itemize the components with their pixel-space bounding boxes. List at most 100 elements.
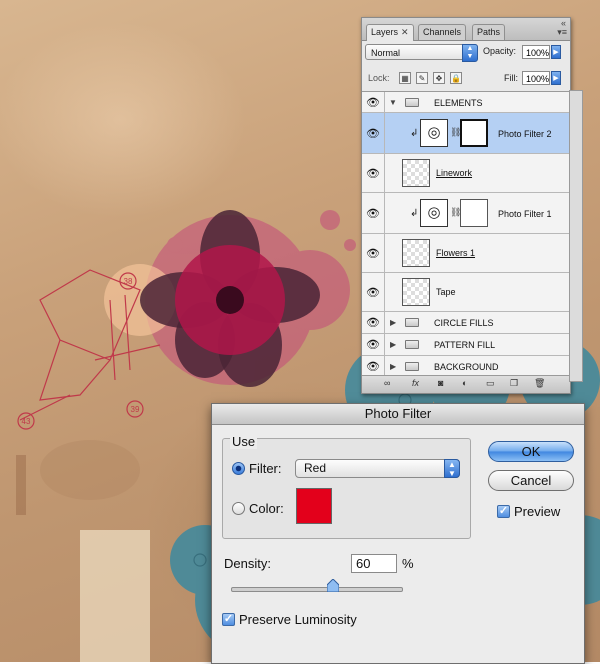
paper-stain xyxy=(16,455,26,515)
folder-icon xyxy=(405,362,419,371)
layer-name: Tape xyxy=(436,287,456,297)
blend-mode-value: Normal xyxy=(371,48,401,58)
tab-layers[interactable]: Layers ✕ xyxy=(366,24,414,41)
layer-name: Linework xyxy=(436,168,473,178)
flower xyxy=(140,210,320,387)
collapsed-triangle-icon[interactable]: ▶ xyxy=(390,318,396,327)
lock-all-icon[interactable]: 🔒 xyxy=(450,72,462,84)
adjustment-thumbnail-icon: ◎ xyxy=(420,119,448,147)
eye-icon[interactable]: 👁 xyxy=(362,113,385,153)
paper-stain xyxy=(40,440,140,500)
layer-row-tape[interactable]: 👁 Tape xyxy=(362,273,570,312)
eye-icon[interactable]: 👁 xyxy=(362,92,385,112)
layer-row-photo-filter-2[interactable]: 👁 ↲ ◎ ⛓ Photo Filter 2 xyxy=(362,113,570,154)
filter-radio[interactable] xyxy=(232,462,245,475)
density-slider-track[interactable] xyxy=(231,587,403,592)
collapsed-triangle-icon[interactable]: ▶ xyxy=(390,362,396,371)
eye-icon[interactable]: 👁 xyxy=(362,312,385,333)
layer-mask-thumbnail xyxy=(460,199,488,227)
trash-icon[interactable]: 🗑 xyxy=(534,378,545,389)
fill-slider-arrow[interactable]: ▶ xyxy=(551,71,561,85)
tab-layers-label: Layers xyxy=(371,27,399,37)
eye-icon[interactable]: 👁 xyxy=(362,193,385,233)
ok-button[interactable]: OK xyxy=(488,441,574,462)
layers-bottom-bar: ∞ fx ◙ ◐ ▭ ❐ 🗑 xyxy=(362,375,570,393)
expand-triangle-icon[interactable]: ▼ xyxy=(389,98,397,107)
tab-channels[interactable]: Channels xyxy=(418,24,467,40)
layer-row-circle-fills[interactable]: 👁 ▶ CIRCLE FILLS xyxy=(362,312,570,334)
cancel-button-label: Cancel xyxy=(510,473,552,488)
opacity-value: 100% xyxy=(526,48,550,58)
photo-filter-dialog: Photo Filter Use Filter: Red ▲ ▼ Color: O… xyxy=(211,403,585,664)
close-icon[interactable]: ✕ xyxy=(401,27,409,37)
new-layer-icon[interactable]: ❐ xyxy=(510,378,518,389)
tab-paths-label: Paths xyxy=(477,27,501,37)
layer-mask-thumbnail xyxy=(460,119,488,147)
layer-name: PATTERN FILL xyxy=(434,340,496,350)
callout-43: 43 xyxy=(22,417,31,426)
callout-39: 39 xyxy=(131,405,140,414)
layers-panel: Layers ✕ Channels Paths « ▾≡ Normal ▲ ▼ Op… xyxy=(361,17,571,394)
fill-field[interactable]: 100% xyxy=(522,71,550,85)
add-mask-icon[interactable]: ◙ xyxy=(438,378,443,388)
preview-checkbox[interactable]: ✓ xyxy=(497,505,510,518)
preserve-luminosity-label: Preserve Luminosity xyxy=(239,612,357,627)
layers-scrollbar[interactable] xyxy=(569,90,583,382)
eye-icon[interactable]: 👁 xyxy=(362,234,385,272)
lock-label: Lock: xyxy=(368,73,390,83)
color-radio[interactable] xyxy=(232,502,245,515)
layer-row-pattern-fill[interactable]: 👁 ▶ PATTERN FILL xyxy=(362,334,570,356)
layer-thumbnail xyxy=(402,278,430,306)
eye-icon[interactable]: 👁 xyxy=(362,334,385,355)
fx-icon[interactable]: fx xyxy=(412,378,419,388)
layer-row-elements[interactable]: 👁 ▼ ELEMENTS xyxy=(362,92,570,113)
layer-row-background[interactable]: 👁 ▶ BACKGROUND xyxy=(362,356,570,376)
tab-paths[interactable]: Paths xyxy=(472,24,506,40)
layer-name: Photo Filter 2 xyxy=(498,129,552,139)
folder-icon xyxy=(405,340,419,349)
color-label: Color: xyxy=(249,501,284,516)
density-field[interactable]: 60 xyxy=(351,554,397,573)
tab-channels-label: Channels xyxy=(423,27,462,37)
layer-name: BACKGROUND xyxy=(434,362,499,372)
density-slider-thumb[interactable] xyxy=(327,579,339,592)
blend-mode-select[interactable]: Normal ▲ ▼ xyxy=(365,44,478,62)
color-swatch[interactable] xyxy=(296,488,332,524)
opacity-slider-arrow[interactable]: ▶ xyxy=(551,45,561,59)
folder-icon xyxy=(405,98,419,107)
use-group xyxy=(222,438,471,539)
adjustment-layer-icon[interactable]: ◐ xyxy=(462,378,467,388)
layer-row-photo-filter-1[interactable]: 👁 ↲ ◎ ⛓ Photo Filter 1 xyxy=(362,193,570,234)
density-label: Density: xyxy=(224,556,271,571)
collapsed-triangle-icon[interactable]: ▶ xyxy=(390,340,396,349)
filter-label: Filter: xyxy=(249,461,282,476)
filter-select-value: Red xyxy=(304,461,327,475)
layer-thumbnail xyxy=(402,239,430,267)
new-group-icon[interactable]: ▭ xyxy=(486,378,495,389)
layer-row-flowers-1[interactable]: 👁 Flowers 1 xyxy=(362,234,570,273)
lock-image-icon[interactable]: ✎ xyxy=(416,72,428,84)
lock-position-icon[interactable]: ✥ xyxy=(433,72,445,84)
layer-list: 👁 ▼ ELEMENTS 👁 ↲ ◎ ⛓ Photo Filter 2 👁 Li… xyxy=(362,91,570,376)
dialog-title: Photo Filter xyxy=(212,404,584,425)
fill-value: 100% xyxy=(526,74,550,84)
link-layers-icon[interactable]: ∞ xyxy=(384,378,390,388)
layer-name: CIRCLE FILLS xyxy=(434,318,494,328)
layer-name: ELEMENTS xyxy=(434,98,483,108)
ok-button-label: OK xyxy=(521,444,541,459)
cancel-button[interactable]: Cancel xyxy=(488,470,574,491)
panel-menu-icon[interactable]: ▾≡ xyxy=(557,27,567,38)
eye-icon[interactable]: 👁 xyxy=(362,356,385,376)
layer-row-linework[interactable]: 👁 Linework xyxy=(362,154,570,193)
filter-select[interactable]: Red ▲ ▼ xyxy=(295,459,460,478)
clip-arrow-icon: ↲ xyxy=(410,208,419,219)
tape-strip xyxy=(80,530,150,662)
eye-icon[interactable]: 👁 xyxy=(362,154,385,192)
preserve-luminosity-checkbox[interactable]: ✓ xyxy=(222,613,235,626)
opacity-field[interactable]: 100% xyxy=(522,45,550,59)
lock-transparent-icon[interactable]: ▦ xyxy=(399,72,411,84)
callout-38: 38 xyxy=(124,277,133,286)
eye-icon[interactable]: 👁 xyxy=(362,273,385,311)
clip-arrow-icon: ↲ xyxy=(410,128,419,139)
blend-row: Normal ▲ ▼ Opacity: 100% ▶ xyxy=(362,43,570,65)
